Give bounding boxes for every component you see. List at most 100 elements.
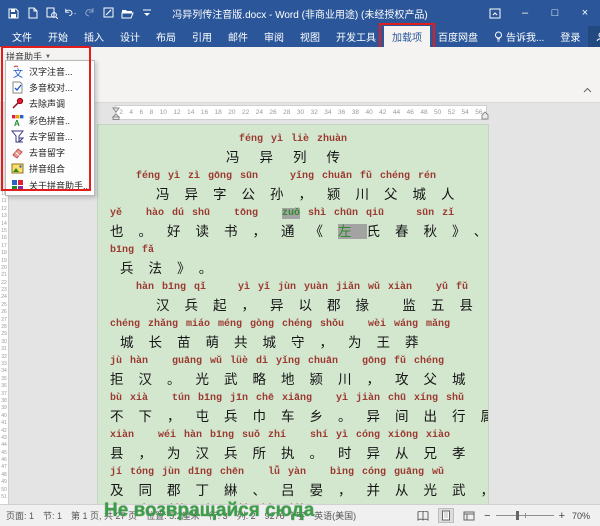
ruler-number: 25 xyxy=(0,302,8,309)
ruler-number: 43 xyxy=(0,435,8,442)
ruler-number: 35 xyxy=(0,376,8,383)
menu-item-label: 多音校对... xyxy=(29,81,73,94)
collapse-ribbon-icon[interactable] xyxy=(583,80,592,98)
ruler-number: 50 xyxy=(0,487,8,494)
ruler-number: 24 xyxy=(0,294,8,301)
menu-item-关于拼音助手[interactable]: 关于拼音助手... xyxy=(6,177,94,193)
hanzi-line: 冯异列传 xyxy=(110,147,476,169)
tab-引用[interactable]: 引用 xyxy=(184,26,220,47)
status-item: 节: 1 xyxy=(43,509,62,522)
menu-item-label: 去除声调 xyxy=(29,97,65,110)
qat-customize-icon[interactable] xyxy=(140,7,153,20)
ruler-number: 39 xyxy=(0,405,8,412)
menu-item-label: 去字留音... xyxy=(29,130,73,143)
ruler-number: 17 xyxy=(0,243,8,250)
menu-item-label: 汉字注音... xyxy=(29,65,73,78)
menu-item-去字留音[interactable]: 去字留音... xyxy=(6,128,94,144)
text-segment: 冯异列传 xyxy=(226,150,360,165)
svg-text:文: 文 xyxy=(13,67,23,78)
pushpin-icon xyxy=(11,97,24,110)
ruler-number: 30 xyxy=(297,109,304,116)
person-icon xyxy=(596,32,600,42)
menu-item-label: 关于拼音助手... xyxy=(29,179,91,192)
right-indent-marker[interactable] xyxy=(481,111,489,122)
tab-邮件[interactable]: 邮件 xyxy=(220,26,256,47)
text-segment: 及同郡丁綝、吕晏，并从光武， xyxy=(110,483,489,498)
ruler-number: 12 xyxy=(0,206,8,213)
tab-视图[interactable]: 视图 xyxy=(292,26,328,47)
text-segment: féng yì zì gōng sūn yǐng chuān fǔ chéng … xyxy=(136,171,436,182)
menu-item-去音留字[interactable]: 去音留字 xyxy=(6,144,94,160)
tab-插入[interactable]: 插入 xyxy=(76,26,112,47)
new-document-icon[interactable] xyxy=(26,7,39,20)
print-preview-icon[interactable] xyxy=(45,7,58,20)
close-icon[interactable]: × xyxy=(570,0,600,26)
pinyin-line: bīng fǎ xyxy=(110,243,476,258)
tab-审阅[interactable]: 审阅 xyxy=(256,26,292,47)
tab-label: 告诉我... xyxy=(506,29,544,44)
ruler-number: 16 xyxy=(0,235,8,242)
ruler-number: 37 xyxy=(0,391,8,398)
zoom-in-button[interactable]: + xyxy=(559,510,565,522)
ruler-number: 32 xyxy=(0,354,8,361)
ruler-number: 32 xyxy=(311,109,318,116)
ruler-number: 18 xyxy=(0,250,8,257)
web-layout-icon[interactable] xyxy=(461,508,477,523)
open-folder-icon[interactable] xyxy=(121,7,134,20)
menu-item-去除声调[interactable]: 去除声调 xyxy=(6,96,94,112)
ruler-number: 33 xyxy=(0,361,8,368)
hanzi-line: 汉兵起，异以郡掾 监五县，与父 xyxy=(110,295,476,317)
zoom-percentage[interactable]: 70% xyxy=(572,511,594,521)
ruler-number: 46 xyxy=(0,457,8,464)
tab-登录[interactable]: 登录 xyxy=(552,26,588,47)
quick-access-toolbar xyxy=(0,7,153,20)
document-page[interactable]: féng yì liè zhuàn冯异列传féng yì zì gōng sūn… xyxy=(97,124,489,504)
menu-item-汉字注音[interactable]: 文汉字注音... xyxy=(6,63,94,79)
zoom-slider[interactable] xyxy=(496,515,554,516)
undo-icon[interactable] xyxy=(64,7,77,20)
tab-设计[interactable]: 设计 xyxy=(112,26,148,47)
pinyin-line: xiàn wéi hàn bīng suǒ zhí shí yì cóng xi… xyxy=(110,428,476,443)
pinyin-line: yě hào dú shū tōng zuǒ shì chūn qiū sūn … xyxy=(110,206,476,221)
zoom-slider-thumb[interactable] xyxy=(516,511,519,520)
ruler-number: 11 xyxy=(0,198,8,205)
draft-edit-icon[interactable] xyxy=(102,7,115,20)
left-indent-marker[interactable] xyxy=(112,107,120,122)
menu-item-多音校对[interactable]: 多音校对... xyxy=(6,79,94,95)
tab-共享[interactable]: 共享 xyxy=(588,26,600,47)
tab-百度网盘[interactable]: 百度网盘 xyxy=(430,26,486,47)
menu-item-label: 去音留字 xyxy=(29,146,65,159)
ruler-number: 30 xyxy=(0,339,8,346)
hanzi-line: 不下，屯兵巾车乡。异间出行属 xyxy=(110,406,476,428)
maximize-icon[interactable]: □ xyxy=(540,0,570,26)
tab-开始[interactable]: 开始 xyxy=(40,26,76,47)
ruler-number: 51 xyxy=(0,494,8,501)
read-mode-icon[interactable] xyxy=(415,508,431,523)
ribbon-display-options-icon[interactable] xyxy=(480,0,510,26)
zoom-out-button[interactable]: − xyxy=(484,510,490,522)
status-right: − + 70% xyxy=(415,508,594,523)
text-segment: 城长苗萌共城守，为王莽 xyxy=(120,335,434,350)
tab-文件[interactable]: 文件 xyxy=(4,26,40,47)
save-icon[interactable] xyxy=(7,7,20,20)
ruler-number: 21 xyxy=(0,272,8,279)
ruler-number: 28 xyxy=(283,109,290,116)
tab-label: 布局 xyxy=(156,29,176,44)
text-segment: bīng fǎ xyxy=(110,245,154,256)
about-icon xyxy=(11,179,24,192)
print-layout-icon[interactable] xyxy=(438,508,454,523)
doc-check-icon xyxy=(11,81,24,94)
redo-icon[interactable] xyxy=(83,7,96,20)
tab-布局[interactable]: 布局 xyxy=(148,26,184,47)
tab-开发工具[interactable]: 开发工具 xyxy=(328,26,384,47)
minimize-icon[interactable]: – xyxy=(510,0,540,26)
tab-label: 设计 xyxy=(120,29,140,44)
menu-item-彩色拼音[interactable]: A彩色拼音.. xyxy=(6,112,94,128)
ruler-number: 46 xyxy=(407,109,414,116)
ruler-number: 34 xyxy=(0,368,8,375)
pinyin-line: bù xià tún bīng jīn chē xiāng yì jiàn ch… xyxy=(110,391,476,406)
ruler-number: 50 xyxy=(434,109,441,116)
tab-告诉我[interactable]: 告诉我... xyxy=(486,26,552,47)
tab-加载项[interactable]: 加载项 xyxy=(384,26,430,47)
menu-item-拼音组合[interactable]: 拼音组合 xyxy=(6,161,94,177)
